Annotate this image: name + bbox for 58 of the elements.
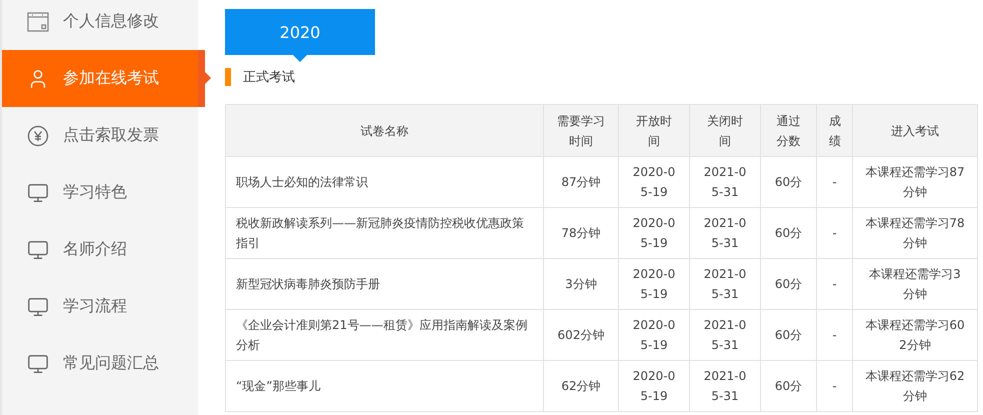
pass-score-header: 通过分数 bbox=[760, 104, 816, 156]
pass-score: 60分 bbox=[760, 310, 816, 360]
study-time: 62分钟 bbox=[544, 360, 618, 412]
pass-score: 60分 bbox=[760, 360, 816, 412]
grade: - bbox=[816, 360, 852, 412]
sidebar-item[interactable]: 点击索取发票 bbox=[2, 107, 198, 164]
section-title: 正式考试 bbox=[243, 69, 295, 86]
open-time-header: 开放时间 bbox=[618, 104, 690, 156]
exam-name: “现金”那些事儿 bbox=[226, 360, 544, 412]
pass-score: 60分 bbox=[760, 258, 816, 310]
monitor-icon bbox=[27, 238, 49, 260]
study-time: 78分钟 bbox=[544, 208, 618, 258]
grade-header: 成绩 bbox=[816, 104, 852, 156]
open-date: 2020-05-19 bbox=[618, 208, 690, 258]
sidebar-item[interactable]: 个人信息修改 bbox=[2, 0, 198, 50]
exam-name-header: 试卷名称 bbox=[226, 104, 544, 156]
exam-status: 本课程还需学习87分钟 bbox=[852, 156, 978, 208]
close-date: 2021-05-31 bbox=[690, 258, 760, 310]
sidebar-item[interactable]: 学习特色 bbox=[2, 164, 198, 221]
close-date: 2021-05-31 bbox=[690, 208, 760, 258]
study-time-header: 需要学习时间 bbox=[544, 104, 618, 156]
year-tab[interactable]: 2020 bbox=[225, 9, 375, 55]
exam-status: 本课程还需学习62分钟 bbox=[852, 360, 978, 412]
sidebar-item[interactable]: 学习流程 bbox=[2, 278, 198, 335]
open-date: 2020-05-19 bbox=[618, 156, 690, 208]
exam-status: 本课程还需学习3分钟 bbox=[852, 258, 978, 310]
exam-name: 新型冠状病毒肺炎预防手册 bbox=[226, 258, 544, 310]
monitor-icon bbox=[27, 296, 49, 318]
window-icon bbox=[27, 12, 49, 32]
monitor-icon bbox=[27, 352, 49, 374]
exam-name: 职场人士必知的法律常识 bbox=[226, 156, 544, 208]
tab-pointer-icon bbox=[293, 55, 307, 62]
grade: - bbox=[816, 258, 852, 310]
grade: - bbox=[816, 156, 852, 208]
sidebar-item[interactable]: 常见问题汇总 bbox=[2, 335, 198, 392]
exam-name: 《企业会计准则第21号——租赁》应用指南解读及案例分析 bbox=[226, 310, 544, 360]
exam-name: 税收新政解读系列——新冠肺炎疫情防控税收优惠政策指引 bbox=[226, 208, 544, 258]
close-date: 2021-05-31 bbox=[690, 156, 760, 208]
monitor-icon bbox=[27, 182, 49, 204]
yen-circle-icon bbox=[27, 124, 49, 146]
study-time: 602分钟 bbox=[544, 310, 618, 360]
study-time: 87分钟 bbox=[544, 156, 618, 208]
section-marker bbox=[225, 68, 231, 86]
close-date: 2021-05-31 bbox=[690, 310, 760, 360]
open-date: 2020-05-19 bbox=[618, 360, 690, 412]
exam-status: 本课程还需学习602分钟 bbox=[852, 310, 978, 360]
close-time-header: 关闭时间 bbox=[690, 104, 760, 156]
pass-score: 60分 bbox=[760, 156, 816, 208]
close-date: 2021-05-31 bbox=[690, 360, 760, 412]
sidebar-item[interactable]: 名师介绍 bbox=[2, 221, 198, 278]
open-date: 2020-05-19 bbox=[618, 310, 690, 360]
grade: - bbox=[816, 208, 852, 258]
grade: - bbox=[816, 310, 852, 360]
study-time: 3分钟 bbox=[544, 258, 618, 310]
exam-status: 本课程还需学习78分钟 bbox=[852, 208, 978, 258]
pass-score: 60分 bbox=[760, 208, 816, 258]
enter-exam-header: 进入考试 bbox=[852, 104, 978, 156]
open-date: 2020-05-19 bbox=[618, 258, 690, 310]
